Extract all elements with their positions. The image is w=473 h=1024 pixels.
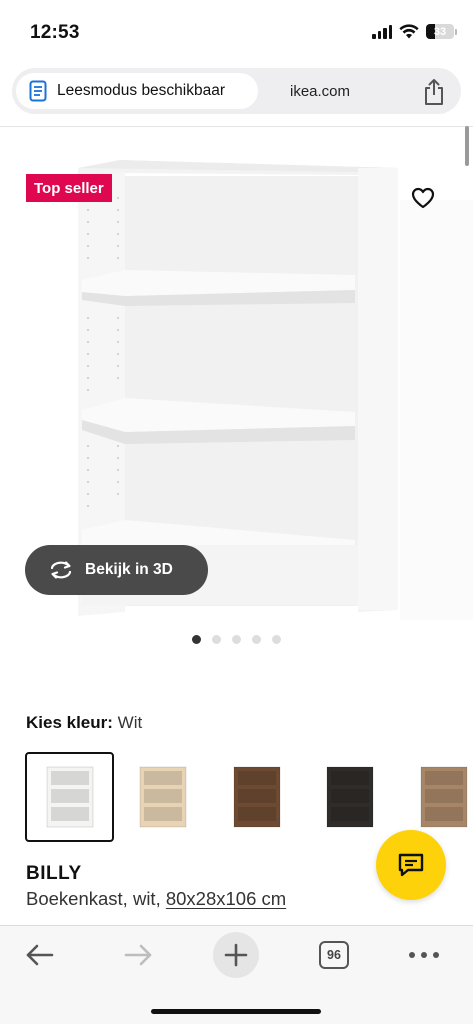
product-dimensions-link[interactable]: 80x28x106 cm bbox=[166, 888, 286, 909]
view-3d-label: Bekijk in 3D bbox=[85, 561, 173, 578]
bookcase-thumbnail bbox=[139, 766, 187, 828]
color-swatch-eiken[interactable] bbox=[399, 752, 473, 842]
chat-icon bbox=[398, 853, 424, 877]
pagination-dot[interactable] bbox=[192, 635, 201, 644]
bookcase-thumbnail bbox=[326, 766, 374, 828]
home-indicator bbox=[151, 1009, 321, 1014]
bookcase-thumbnail bbox=[420, 766, 467, 828]
status-bar: 12:53 33 bbox=[0, 0, 473, 62]
url-domain[interactable]: ikea.com bbox=[258, 68, 382, 114]
pagination-dot[interactable] bbox=[272, 635, 281, 644]
pagination-dot[interactable] bbox=[252, 635, 261, 644]
scroll-indicator bbox=[465, 126, 469, 166]
address-bar[interactable]: Leesmodus beschikbaar ikea.com bbox=[12, 68, 461, 114]
back-arrow-icon bbox=[26, 944, 54, 966]
bookcase-thumbnail bbox=[46, 766, 93, 828]
cellular-signal-icon bbox=[372, 24, 392, 39]
plus-icon bbox=[224, 943, 248, 967]
share-icon[interactable] bbox=[421, 78, 447, 106]
chat-button[interactable] bbox=[376, 830, 446, 900]
reader-mode-button[interactable]: Leesmodus beschikbaar bbox=[16, 73, 258, 109]
product-type: Boekenkast, wit, bbox=[26, 888, 166, 909]
more-button[interactable] bbox=[394, 926, 454, 984]
status-time: 12:53 bbox=[30, 22, 80, 43]
back-button[interactable] bbox=[10, 926, 70, 984]
color-swatch-zwartbruin[interactable] bbox=[306, 752, 395, 842]
tabs-count: 96 bbox=[319, 941, 349, 969]
battery-icon: 33 bbox=[426, 24, 457, 39]
image-pagination-dots[interactable] bbox=[0, 635, 473, 644]
color-value: Wit bbox=[117, 713, 143, 732]
color-swatch-wit[interactable] bbox=[25, 752, 114, 842]
rotate-3d-icon bbox=[50, 561, 72, 579]
color-swatches bbox=[25, 752, 473, 842]
favorite-button[interactable] bbox=[407, 182, 439, 214]
color-swatch-eikenfineer[interactable] bbox=[119, 752, 208, 842]
top-seller-badge: Top seller bbox=[26, 174, 112, 202]
color-swatch-bruin[interactable] bbox=[212, 752, 301, 842]
heart-icon bbox=[411, 187, 435, 209]
wifi-icon bbox=[399, 24, 419, 39]
reader-mode-label: Leesmodus beschikbaar bbox=[57, 82, 226, 99]
view-3d-button[interactable]: Bekijk in 3D bbox=[25, 545, 208, 595]
status-icons: 33 bbox=[372, 24, 457, 39]
new-tab-button[interactable] bbox=[206, 926, 266, 984]
color-label: Kies kleur: bbox=[26, 713, 113, 732]
color-selector-label: Kies kleur: Wit bbox=[26, 713, 142, 733]
forward-arrow-icon bbox=[124, 944, 152, 966]
more-dots-icon bbox=[409, 952, 439, 958]
forward-button[interactable] bbox=[108, 926, 168, 984]
pagination-dot[interactable] bbox=[212, 635, 221, 644]
product-description: Boekenkast, wit, 80x28x106 cm bbox=[26, 888, 286, 910]
tabs-button[interactable]: 96 bbox=[304, 926, 364, 984]
battery-percentage: 33 bbox=[433, 25, 447, 38]
pagination-dot[interactable] bbox=[232, 635, 241, 644]
product-name: BILLY bbox=[26, 863, 82, 884]
reader-mode-icon bbox=[29, 80, 47, 102]
bookcase-thumbnail bbox=[233, 766, 280, 828]
